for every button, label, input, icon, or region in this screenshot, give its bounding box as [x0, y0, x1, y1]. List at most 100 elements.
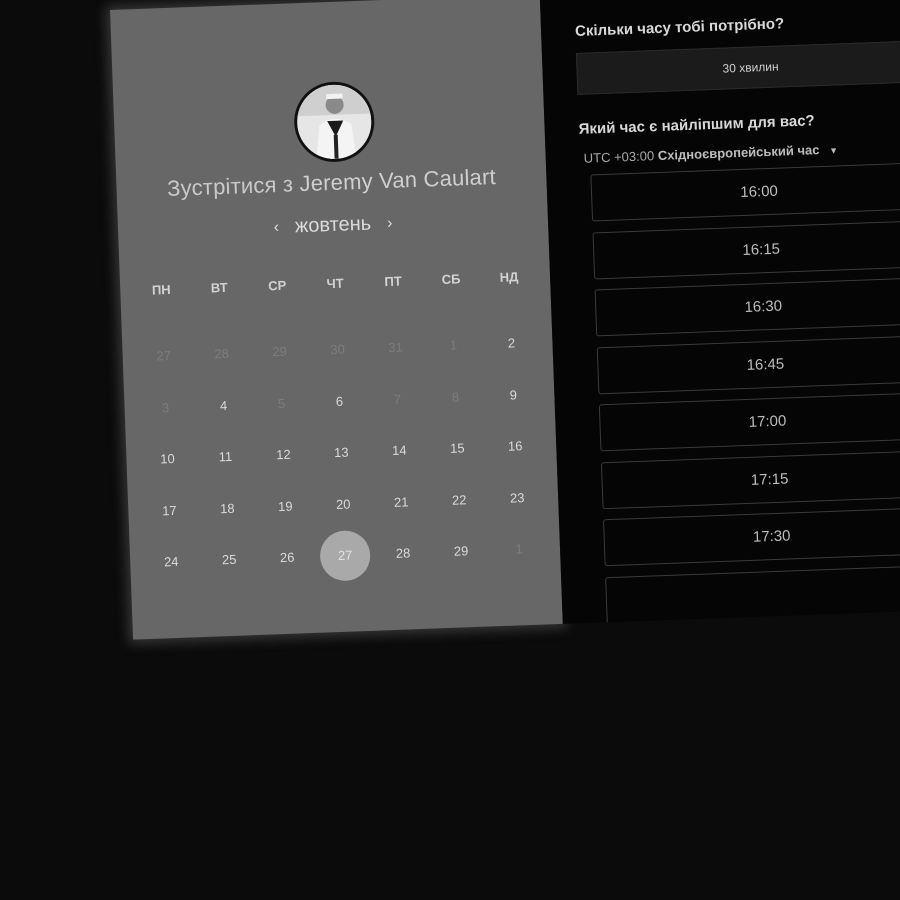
calendar-day-label: 8	[451, 389, 460, 405]
calendar-day: 1	[424, 319, 484, 373]
page-title: Зустрітися з Jeremy Van Caulart	[116, 162, 547, 204]
calendar-day-label: 1	[515, 541, 523, 557]
weekday-label: СБ	[441, 271, 461, 288]
month-label: жовтень	[294, 212, 372, 238]
calendar-day[interactable]: 29	[431, 524, 491, 578]
timezone-name: Східноєвропейський час	[657, 142, 820, 164]
calendar-day: 27	[134, 329, 194, 383]
calendar-day[interactable]: 22	[429, 473, 489, 527]
time-slot-button[interactable]: 17:00	[598, 392, 900, 452]
scheduling-widget: Зустрітися з Jeremy Van Caulart ‹ жовтен…	[110, 0, 900, 640]
calendar-day[interactable]: 28	[373, 527, 433, 581]
calendar-day[interactable]: 11	[196, 430, 256, 484]
time-slot-button[interactable]	[605, 564, 900, 624]
calendar-day[interactable]: 13	[311, 426, 371, 480]
time-slot-button[interactable]: 16:45	[596, 334, 900, 394]
calendar-day[interactable]: 6	[310, 374, 370, 428]
calendar-day[interactable]: 15	[427, 422, 487, 476]
calendar-day-label: 21	[393, 494, 409, 510]
chevron-right-icon[interactable]: ›	[387, 214, 393, 232]
calendar-day: 7	[368, 372, 428, 426]
calendar-grid: 27 28 29 30 31 1 2 3 4 5 6 7 8 9 10 11 12 13 14 15 16 17 18 19 2…	[134, 316, 549, 588]
duration-question: Скільки часу тобі потрібно?	[574, 15, 785, 40]
calendar-day[interactable]: 19	[255, 479, 315, 533]
time-question: Який час є найліпшим для вас?	[578, 112, 815, 138]
timezone-offset: UTC +03:00	[583, 148, 655, 166]
calendar-day[interactable]: 16	[485, 419, 545, 473]
calendar-day[interactable]: 20	[313, 477, 373, 531]
caret-down-icon: ▼	[828, 145, 839, 156]
calendar-day-label: 11	[218, 449, 233, 465]
time-slot-button[interactable]: 16:15	[592, 219, 900, 279]
calendar-day[interactable]: 4	[194, 379, 254, 433]
calendar-day-label: 25	[221, 551, 237, 568]
calendar-day: 29	[250, 325, 310, 379]
calendar-day-label: 14	[391, 442, 407, 459]
weekday-label: НД	[499, 269, 519, 285]
calendar-day-label: 23	[509, 489, 525, 506]
calendar-day-selected[interactable]: 27	[315, 529, 375, 583]
calendar-day-label: 29	[272, 344, 288, 360]
calendar-day: 3	[136, 381, 196, 435]
calendar-day: 30	[308, 323, 368, 377]
time-slot-button[interactable]: 17:30	[602, 506, 900, 567]
duration-selector[interactable]: 30 хвилин	[575, 40, 900, 95]
time-slot-button[interactable]: 16:30	[594, 277, 900, 337]
calendar-day-label: 4	[219, 397, 228, 413]
calendar-day-label: 26	[279, 549, 295, 566]
weekday-label: ВТ	[210, 279, 228, 296]
calendar-day-label: 30	[330, 341, 346, 358]
calendar-day[interactable]: 23	[487, 471, 547, 525]
calendar-day-label: 20	[335, 496, 351, 512]
calendar-day[interactable]: 9	[483, 368, 543, 422]
calendar-day[interactable]: 17	[139, 484, 199, 538]
weekday-label: ЧТ	[326, 275, 344, 292]
calendar-day[interactable]: 2	[482, 316, 542, 370]
calendar-day: 5	[252, 376, 312, 430]
booking-panel: Скільки часу тобі потрібно? 30 хвилин Як…	[539, 0, 900, 624]
calendar-day-label: 3	[161, 399, 170, 416]
weekday-label: ПН	[151, 281, 171, 298]
calendar-day: 31	[366, 321, 426, 375]
calendar-day-label: 7	[393, 391, 402, 407]
calendar-day-label: 16	[507, 438, 523, 454]
calendar-day-label: 27	[319, 529, 372, 582]
calendar-day[interactable]: 25	[199, 533, 259, 587]
calendar-day: 8	[425, 370, 485, 424]
calendar-day-label: 2	[507, 335, 516, 351]
timezone-selector[interactable]: UTC +03:00 Східноєвропейський час ▼	[583, 141, 839, 166]
calendar-day[interactable]: 12	[253, 428, 313, 482]
calendar-day-label: 17	[161, 502, 177, 519]
month-navigation: ‹ жовтень ›	[118, 206, 549, 245]
calendar-day-label: 9	[509, 387, 518, 403]
time-slot-button[interactable]: 17:15	[600, 449, 900, 509]
calendar-day[interactable]: 18	[197, 481, 257, 535]
calendar-day-label: 19	[277, 498, 293, 514]
calendar-day-label: 12	[275, 446, 291, 463]
host-name: Jeremy Van Caulart	[299, 163, 497, 197]
time-slot-button[interactable]: 16:00	[590, 162, 900, 222]
calendar-day[interactable]: 21	[371, 475, 431, 529]
calendar-day-label: 31	[388, 339, 404, 356]
calendar-day[interactable]: 14	[369, 424, 429, 478]
calendar-day-label: 13	[333, 444, 349, 461]
calendar-panel: Зустрітися з Jeremy Van Caulart ‹ жовтен…	[110, 0, 563, 640]
host-photo	[295, 83, 373, 161]
calendar-day: 28	[192, 327, 252, 381]
calendar-day-label: 28	[214, 346, 230, 362]
title-prefix: Зустрітися з	[166, 171, 294, 202]
calendar-day-label: 24	[163, 554, 179, 570]
weekday-label: ПТ	[384, 273, 403, 290]
calendar-day-label: 1	[449, 337, 458, 354]
time-slot-list: 16:00 16:15 16:30 16:45 17:00 17:15 17:30	[590, 162, 900, 624]
avatar	[292, 80, 376, 164]
calendar-day[interactable]: 26	[257, 531, 317, 585]
calendar-day: 1	[489, 522, 549, 576]
calendar-day-label: 18	[219, 500, 235, 517]
calendar-day[interactable]: 10	[138, 432, 198, 486]
chevron-left-icon[interactable]: ‹	[273, 218, 279, 236]
calendar-day-label: 28	[395, 545, 411, 562]
calendar-day-label: 5	[277, 395, 286, 411]
calendar-day-label: 6	[335, 393, 344, 409]
calendar-day[interactable]: 24	[141, 535, 201, 589]
